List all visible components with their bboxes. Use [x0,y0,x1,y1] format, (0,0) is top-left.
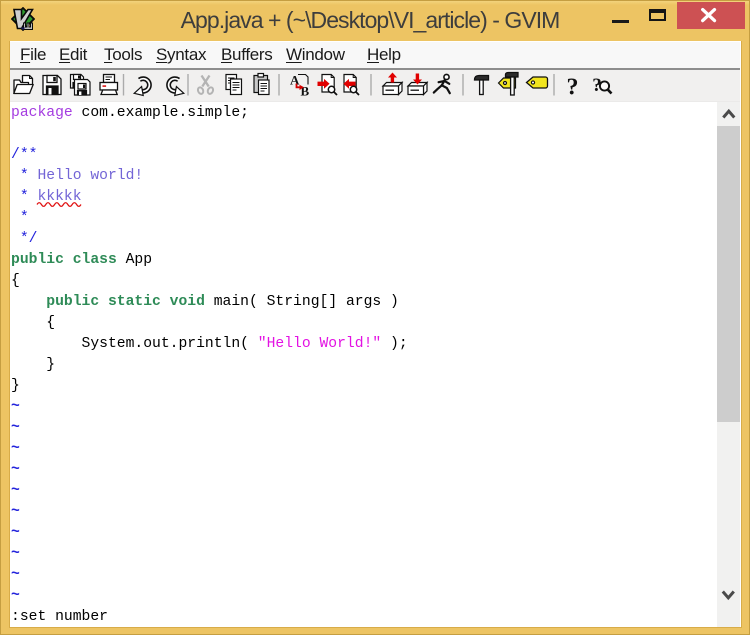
svg-text:?: ? [567,75,579,101]
svg-text:B: B [301,84,310,99]
